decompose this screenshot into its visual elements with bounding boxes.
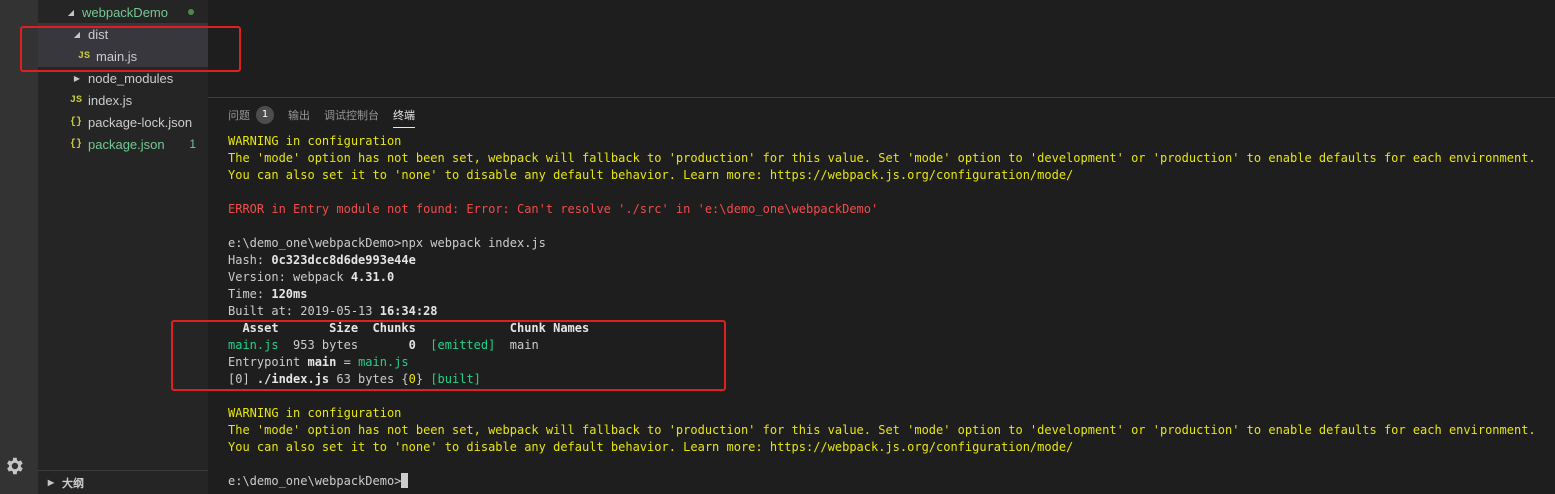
terminal-text: 4.31.0 xyxy=(350,270,395,284)
json-file-icon: {} xyxy=(70,138,83,150)
terminal-text: 16:34:28 xyxy=(379,304,438,318)
tab-label: 问题 xyxy=(228,109,250,122)
tab-debug-console[interactable]: 调试控制台 xyxy=(324,98,379,132)
tree-item-label: index.js xyxy=(88,92,133,108)
explorer-sidebar: ◢ webpackDemo ◢ dist JS main.js ▶ node_m… xyxy=(38,0,208,494)
chevron-down-icon: ◢ xyxy=(67,7,75,17)
terminal-text: Entrypoint xyxy=(228,355,308,369)
terminal-prompt-line: e:\demo_one\webpackDemo> xyxy=(228,473,1548,490)
js-file-icon: JS xyxy=(78,50,91,62)
tab-label: 输出 xyxy=(288,109,310,122)
tab-output[interactable]: 输出 xyxy=(288,98,310,132)
terminal-text: [emitted] xyxy=(415,338,496,352)
chevron-right-icon: ▶ xyxy=(47,478,55,487)
tree-file-index-js[interactable]: JS index.js xyxy=(38,89,208,111)
panel-tabs: 问题 1 输出 调试控制台 终端 xyxy=(208,98,429,132)
gear-icon[interactable] xyxy=(3,455,25,477)
editor-area xyxy=(208,0,1555,98)
js-file-icon: JS xyxy=(70,94,83,106)
terminal-text: Time: xyxy=(228,287,272,301)
terminal-prompt: e:\demo_one\webpackDemo> xyxy=(228,474,402,488)
terminal-text: 953 bytes xyxy=(278,338,409,352)
bottom-panel: 问题 1 输出 调试控制台 终端 WARNING in configuratio… xyxy=(208,98,1555,494)
tree-item-label: node_modules xyxy=(88,70,174,86)
terminal-text: } xyxy=(415,372,431,386)
tree-folder-webpackdemo[interactable]: ◢ webpackDemo xyxy=(38,1,208,23)
tree-item-label: package.json xyxy=(88,136,165,152)
json-file-icon: {} xyxy=(70,116,83,128)
chevron-down-icon: ◢ xyxy=(73,29,81,39)
terminal-text: main.js xyxy=(228,338,279,352)
terminal-line: e:\demo_one\webpackDemo>npx webpack inde… xyxy=(228,236,546,250)
tree-folder-dist[interactable]: ◢ dist xyxy=(38,23,208,45)
chevron-right-icon: ▶ xyxy=(73,73,81,83)
terminal-line: ERROR in Entry module not found: Error: … xyxy=(228,202,879,216)
modified-dot-icon xyxy=(188,9,194,15)
terminal-line: main.js 953 bytes 0 [emitted] main xyxy=(228,337,1548,354)
tab-terminal[interactable]: 终端 xyxy=(393,98,415,132)
terminal-line: WARNING in configuration xyxy=(228,406,402,420)
tree-item-label: main.js xyxy=(96,48,138,64)
terminal-line: The 'mode' option has not been set, webp… xyxy=(228,423,1536,437)
activity-bar xyxy=(0,0,38,494)
terminal-line: Version: webpack 4.31.0 xyxy=(228,269,1548,286)
terminal-line: Asset Size Chunks Chunk Names xyxy=(228,321,590,335)
problem-count-badge: 1 xyxy=(189,137,196,151)
terminal-text: Built at: 2019-05-13 xyxy=(228,304,380,318)
tab-label: 终端 xyxy=(393,109,415,122)
tree-item-label: package-lock.json xyxy=(88,114,193,130)
terminal-text: main.js xyxy=(358,355,409,369)
tree-file-package-json[interactable]: {} package.json 1 xyxy=(38,133,208,155)
terminal-text: Version: webpack xyxy=(228,270,351,284)
terminal-text: 0 xyxy=(408,338,416,352)
terminal-text: = xyxy=(336,355,359,369)
terminal-text: ./index.js xyxy=(256,372,330,386)
terminal-text: 120ms xyxy=(271,287,308,301)
terminal-text: 63 bytes { xyxy=(329,372,409,386)
terminal-line: You can also set it to 'none' to disable… xyxy=(228,168,1074,182)
terminal-line: Entrypoint main = main.js xyxy=(228,354,1548,371)
tab-problems[interactable]: 问题 1 xyxy=(228,98,274,132)
outline-section-header[interactable]: ▶ 大纲 xyxy=(38,470,208,494)
tree-folder-node-modules[interactable]: ▶ node_modules xyxy=(38,67,208,89)
tree-file-main-js[interactable]: JS main.js xyxy=(38,45,208,67)
terminal-text: main xyxy=(495,338,539,352)
problem-count-badge: 1 xyxy=(256,106,274,124)
tab-label: 调试控制台 xyxy=(324,109,379,122)
terminal-line: Hash: 0c323dcc8d6de993e44e xyxy=(228,252,1548,269)
terminal-cursor xyxy=(401,473,409,488)
terminal-text: 0 xyxy=(408,372,416,386)
terminal-text: 0c323dcc8d6de993e44e xyxy=(271,253,416,267)
outline-label: 大纲 xyxy=(62,477,84,490)
tree-file-package-lock-json[interactable]: {} package-lock.json xyxy=(38,111,208,133)
terminal-output[interactable]: WARNING in configuration The 'mode' opti… xyxy=(228,133,1548,490)
terminal-line: WARNING in configuration xyxy=(228,134,402,148)
tree-item-label: webpackDemo xyxy=(82,4,168,20)
tree-item-label: dist xyxy=(88,26,109,42)
terminal-line: Time: 120ms xyxy=(228,286,1548,303)
terminal-text: [0] xyxy=(228,372,257,386)
terminal-line: Built at: 2019-05-13 16:34:28 xyxy=(228,303,1548,320)
terminal-line: [0] ./index.js 63 bytes {0} [built] xyxy=(228,371,1548,388)
terminal-line: The 'mode' option has not been set, webp… xyxy=(228,151,1536,165)
terminal-line: You can also set it to 'none' to disable… xyxy=(228,440,1074,454)
terminal-text: Hash: xyxy=(228,253,272,267)
terminal-text: main xyxy=(307,355,337,369)
terminal-text: [built] xyxy=(430,372,481,386)
